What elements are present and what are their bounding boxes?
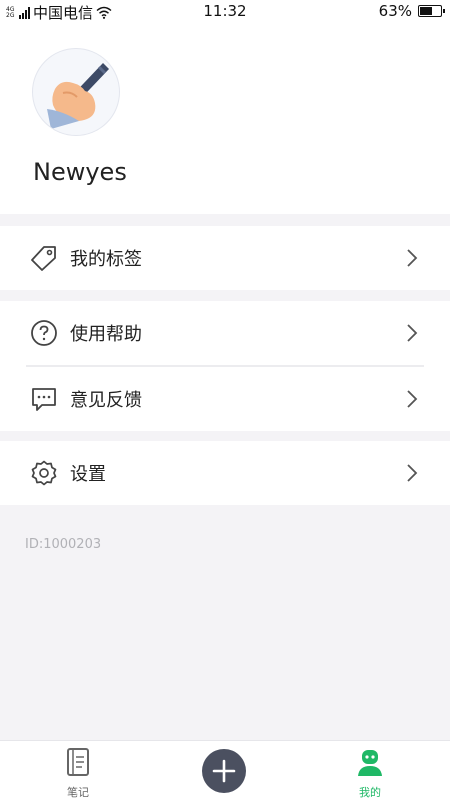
profile-header: Newyes	[0, 24, 450, 214]
username: Newyes	[33, 158, 127, 186]
avatar[interactable]	[32, 48, 120, 136]
chat-bubble-icon	[30, 385, 58, 413]
question-circle-icon	[30, 319, 58, 347]
robot-avatar-icon	[358, 750, 382, 776]
menu-item-feedback-label: 意见反馈	[70, 390, 142, 411]
tag-icon	[30, 244, 58, 272]
add-button[interactable]	[202, 749, 246, 793]
user-id: ID:1000203	[25, 537, 102, 552]
tab-notes[interactable]: 笔记	[48, 747, 108, 800]
tab-mine-label: 我的	[359, 786, 381, 799]
chevron-right-icon	[407, 249, 418, 267]
plus-icon	[212, 759, 236, 783]
menu-group-help: 使用帮助 意见反馈	[0, 301, 450, 431]
menu-item-tags-label: 我的标签	[70, 249, 142, 270]
tab-mine[interactable]: 我的	[340, 747, 400, 800]
menu-item-feedback[interactable]: 意见反馈	[0, 367, 450, 431]
menu-item-settings[interactable]: 设置	[0, 441, 450, 505]
chevron-right-icon	[407, 464, 418, 482]
battery-fill	[420, 7, 432, 15]
chevron-right-icon	[407, 390, 418, 408]
chevron-right-icon	[407, 324, 418, 342]
menu-item-help-label: 使用帮助	[70, 324, 142, 345]
menu-item-tags[interactable]: 我的标签	[0, 226, 450, 290]
hand-writing-icon	[47, 63, 109, 129]
gear-icon	[30, 459, 58, 487]
menu-item-settings-label: 设置	[70, 464, 106, 485]
battery-percent: 63%	[378, 2, 412, 20]
status-bar: 4G 2G 中国电信 11:32 63%	[0, 0, 450, 24]
menu-group-settings: 设置	[0, 441, 450, 505]
tab-bar: 笔记 我的	[0, 740, 450, 800]
battery-icon	[418, 5, 445, 17]
tab-notes-label: 笔记	[67, 786, 89, 799]
menu-item-help[interactable]: 使用帮助	[0, 301, 450, 365]
menu-group-tags: 我的标签	[0, 226, 450, 290]
notebook-icon	[67, 748, 89, 776]
